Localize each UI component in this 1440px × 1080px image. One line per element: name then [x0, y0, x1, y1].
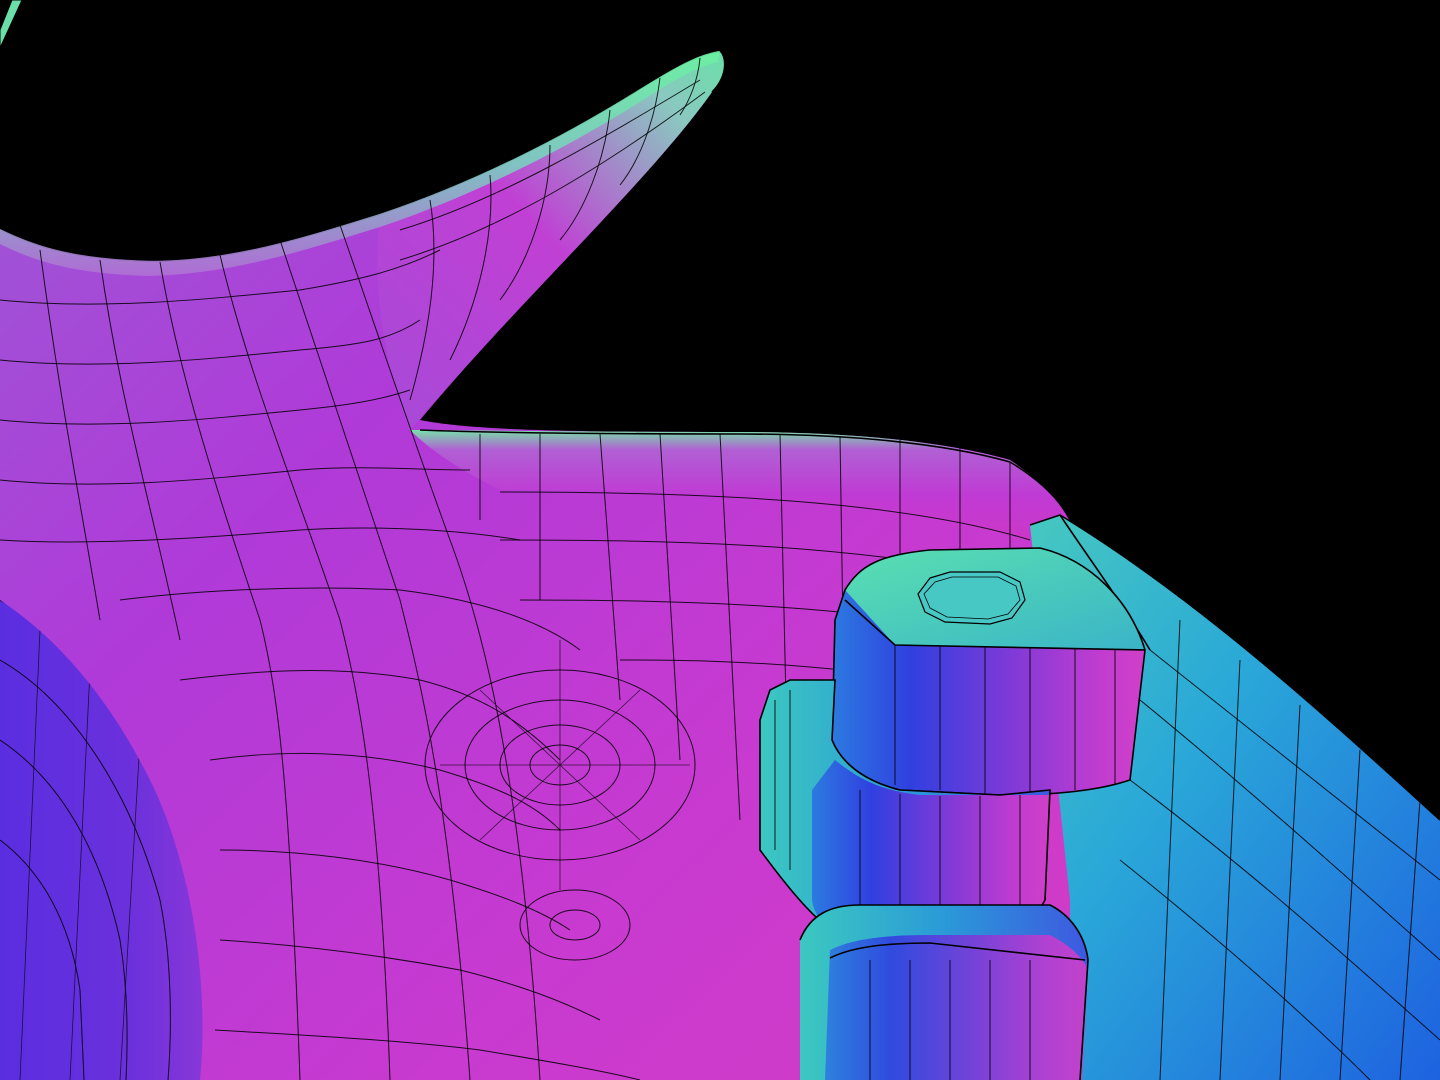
partial-spike-tip — [0, 0, 23, 49]
hinge-knuckle-bottom — [799, 904, 1089, 1080]
3d-render-viewport — [0, 0, 1440, 1080]
mesh-render — [0, 0, 1440, 1080]
hinge-knuckle-top — [831, 547, 1146, 796]
